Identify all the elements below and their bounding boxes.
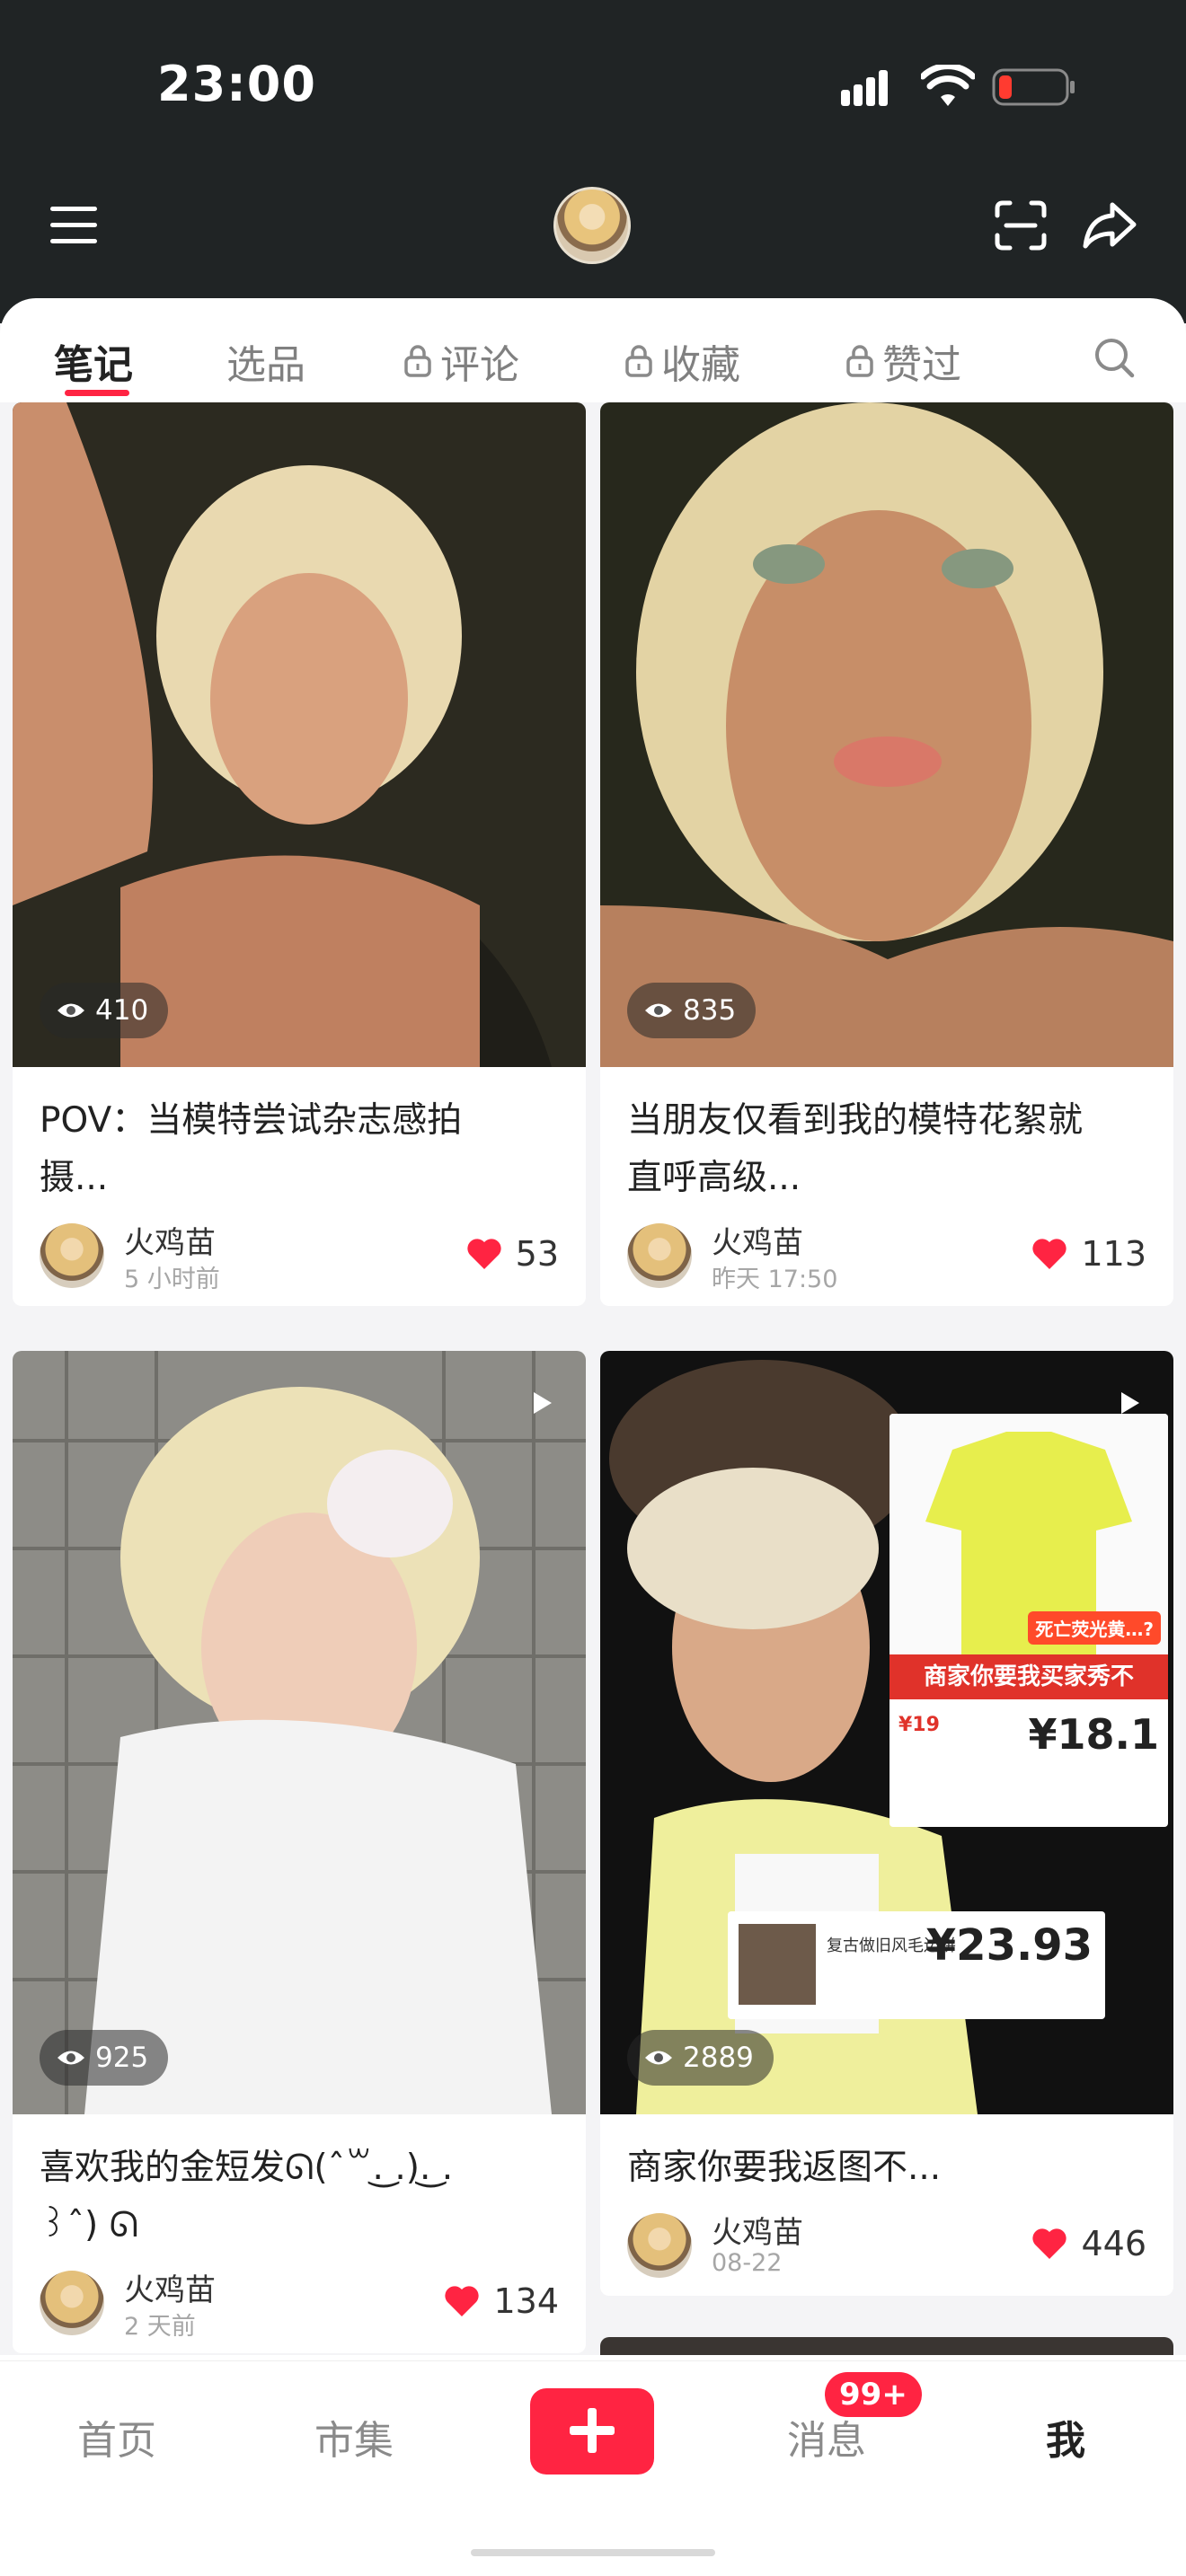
author-avatar[interactable]	[627, 2213, 692, 2278]
tab-liked[interactable]: 赞过	[845, 332, 961, 390]
note-card-peek[interactable]	[600, 2337, 1173, 2355]
overlay-tag: ¥19	[898, 1714, 940, 1736]
video-play-icon	[1121, 1392, 1139, 1414]
eye-icon	[645, 1003, 672, 1018]
eye-icon	[645, 2051, 672, 2065]
view-count: 2889	[627, 2030, 774, 2086]
tab-favorites[interactable]: 收藏	[624, 332, 740, 390]
author-avatar[interactable]	[40, 2271, 104, 2335]
nav-me[interactable]: 我	[1046, 2408, 1085, 2466]
sticker-label: 死亡荧光黄…?	[1028, 1611, 1161, 1645]
notes-feed[interactable]: 410 POV：当模特尝试杂志感拍 摄... 火鸡苗 5 小时前 53 835 …	[0, 402, 1186, 2355]
bottom-nav: 首页 市集 消息 99+ 我	[0, 2360, 1186, 2576]
post-time: 5 小时前	[124, 1266, 220, 1293]
note-meta: 火鸡苗 08-22 446	[600, 2197, 1173, 2296]
note-meta: 火鸡苗 昨天 17:50 113	[600, 1207, 1173, 1306]
nav-market[interactable]: 市集	[314, 2408, 394, 2466]
lock-icon	[404, 345, 431, 377]
lock-icon	[625, 345, 652, 377]
note-cover-image[interactable]: 死亡荧光黄…? 商家你要我买家秀不 ¥19 ¥18.1 复古做旧风毛边拼 ¥23…	[600, 1351, 1173, 2114]
author-name[interactable]: 火鸡苗	[712, 1218, 803, 1262]
wifi-icon	[921, 65, 975, 106]
tab-comments[interactable]: 评论	[403, 332, 519, 390]
header-avatar[interactable]	[553, 187, 631, 264]
message-badge: 99+	[825, 2372, 922, 2417]
note-card[interactable]: 925 喜欢我的金短发ᘏ(ˆ꒳.͜ .).͜ . ꒱ˆ) ᘏ 火鸡苗 2 天前 …	[13, 1351, 586, 2353]
note-cover-image[interactable]: 410	[13, 402, 586, 1067]
menu-button[interactable]	[47, 203, 101, 248]
cellular-signal-icon	[841, 70, 888, 106]
like-button[interactable]: 113	[1031, 1234, 1146, 1274]
add-note-button[interactable]	[530, 2388, 654, 2475]
heart-icon	[467, 1239, 501, 1269]
top-header	[0, 0, 1186, 323]
post-time: 08-22	[712, 2249, 783, 2277]
status-time: 23:00	[157, 56, 316, 112]
note-cover-image[interactable]: 925	[13, 1351, 586, 2114]
heart-icon	[445, 2286, 480, 2316]
product-thumb	[739, 1924, 816, 2005]
search-icon[interactable]	[1093, 336, 1136, 379]
nav-home[interactable]: 首页	[77, 2408, 156, 2466]
heart-icon	[1032, 1239, 1067, 1269]
shop-overlay: 复古做旧风毛边拼 ¥23.93	[728, 1911, 1105, 2019]
eye-icon	[58, 1003, 84, 1018]
note-title: 喜欢我的金短发ᘏ(ˆ꒳.͜ .).͜ . ꒱ˆ) ᘏ	[40, 2148, 454, 2245]
note-title: 商家你要我返图不...	[627, 2148, 942, 2188]
note-title: POV：当模特尝试杂志感拍 摄...	[40, 1100, 463, 1198]
app-screen: { "status_bar": { "time": "23:00" }, "he…	[0, 0, 1186, 2576]
product-overlay: 死亡荧光黄…? 商家你要我买家秀不 ¥19 ¥18.1	[890, 1414, 1168, 1827]
share-icon[interactable]	[1082, 199, 1137, 250]
overlay-price-1: ¥18.1	[1028, 1710, 1159, 1759]
note-title: 当朋友仅看到我的模特花絮就 直呼高级...	[627, 1100, 1084, 1198]
author-avatar[interactable]	[627, 1223, 692, 1288]
video-play-icon	[534, 1392, 552, 1414]
view-count: 835	[627, 983, 757, 1038]
view-count: 410	[40, 983, 169, 1038]
eye-icon	[58, 2051, 84, 2065]
note-card[interactable]: 410 POV：当模特尝试杂志感拍 摄... 火鸡苗 5 小时前 53	[13, 402, 586, 1306]
author-name[interactable]: 火鸡苗	[124, 2265, 216, 2309]
overlay-price-2: ¥23.93	[925, 1920, 1093, 1971]
note-card[interactable]: 死亡荧光黄…? 商家你要我买家秀不 ¥19 ¥18.1 复古做旧风毛边拼 ¥23…	[600, 1351, 1173, 2296]
post-time: 昨天 17:50	[712, 1266, 838, 1293]
like-button[interactable]: 134	[443, 2281, 559, 2321]
profile-tabs: 笔记 选品 评论 收藏 赞过	[0, 305, 1186, 404]
lock-icon	[846, 345, 873, 377]
author-name[interactable]: 火鸡苗	[712, 2208, 803, 2252]
note-meta: 火鸡苗 2 天前 134	[13, 2254, 586, 2353]
note-card[interactable]: 835 当朋友仅看到我的模特花絮就 直呼高级... 火鸡苗 昨天 17:50 1…	[600, 402, 1173, 1306]
note-cover-image[interactable]: 835	[600, 402, 1173, 1067]
heart-icon	[1032, 2228, 1067, 2259]
tab-products[interactable]: 选品	[226, 332, 305, 390]
active-tab-indicator	[65, 390, 129, 396]
like-button[interactable]: 53	[465, 1234, 559, 1274]
like-button[interactable]: 446	[1031, 2224, 1146, 2263]
scan-icon[interactable]	[994, 199, 1048, 251]
post-time: 2 天前	[124, 2313, 196, 2341]
overlay-banner: 商家你要我买家秀不	[890, 1654, 1168, 1699]
author-avatar[interactable]	[40, 1223, 104, 1288]
note-meta: 火鸡苗 5 小时前 53	[13, 1207, 586, 1306]
home-indicator	[471, 2549, 715, 2556]
tab-notes[interactable]: 笔记	[54, 332, 133, 390]
battery-icon	[992, 68, 1075, 106]
view-count: 925	[40, 2030, 169, 2086]
author-name[interactable]: 火鸡苗	[124, 1218, 216, 1262]
